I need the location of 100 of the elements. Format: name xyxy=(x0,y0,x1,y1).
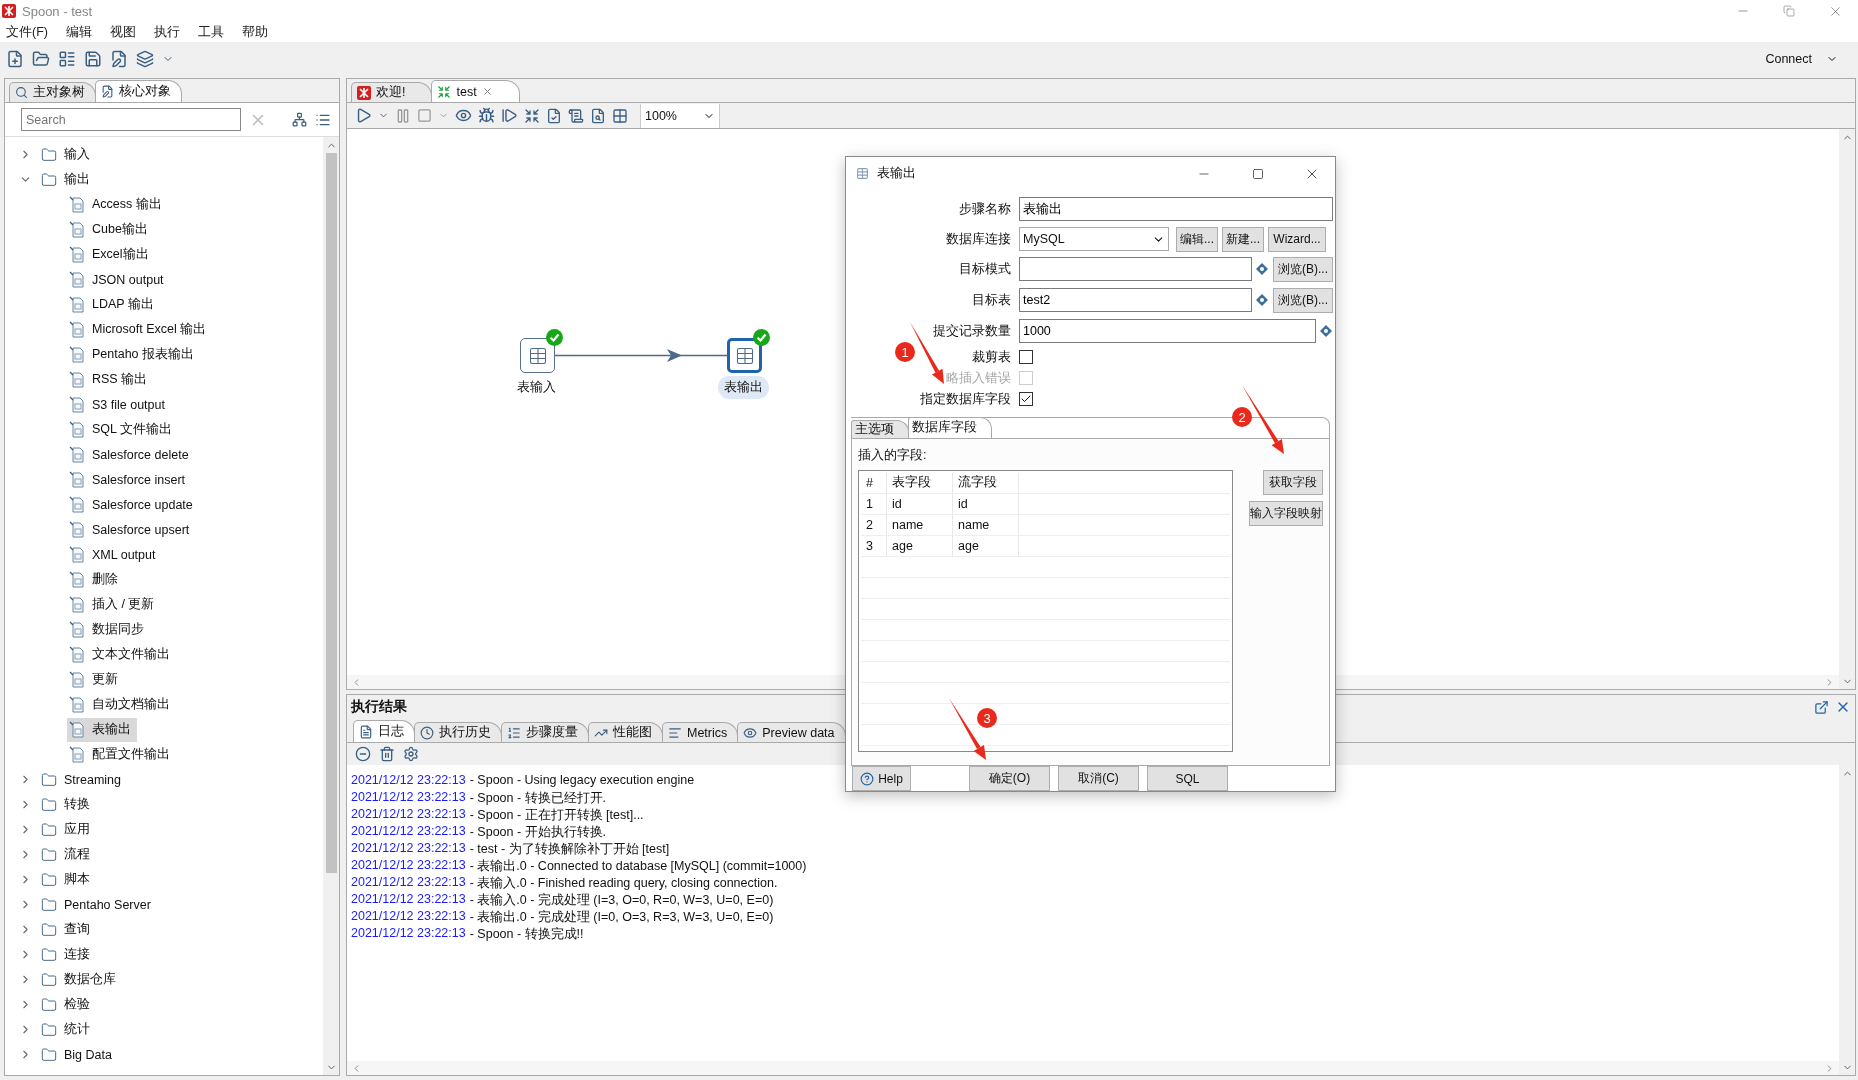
tree-item[interactable]: SQL 文件输出 xyxy=(67,417,179,442)
column-header[interactable]: # xyxy=(861,472,887,493)
menu-item[interactable]: 编辑 xyxy=(65,23,92,41)
close-icon[interactable] xyxy=(481,86,493,97)
results-tab[interactable]: Preview data xyxy=(737,722,846,742)
dialog-button[interactable]: 获取字段 xyxy=(1263,469,1323,495)
tree-folder[interactable]: 统计 xyxy=(39,1017,96,1042)
shrink-icon[interactable] xyxy=(524,107,540,124)
input-field[interactable]: test2 xyxy=(1019,288,1252,313)
tree-item[interactable]: Salesforce delete xyxy=(67,442,195,467)
tree-item[interactable]: 数据同步 xyxy=(67,617,150,642)
trash-icon[interactable] xyxy=(379,746,395,762)
tree-item[interactable]: Excel输出 xyxy=(67,242,155,267)
scroll-icon[interactable] xyxy=(568,107,584,124)
scrollbar[interactable] xyxy=(1839,129,1855,689)
pause-icon[interactable] xyxy=(395,107,411,124)
save-as-icon[interactable] xyxy=(110,50,128,68)
tree-folder[interactable]: 流程 xyxy=(39,842,96,867)
tree-folder[interactable]: 输入 xyxy=(39,142,96,167)
tree-item[interactable]: Cube输出 xyxy=(67,217,154,242)
results-tab[interactable]: Metrics xyxy=(662,722,739,742)
tree-item[interactable]: 配置文件输出 xyxy=(67,742,176,767)
step-node[interactable] xyxy=(727,338,762,373)
minus-circle-icon[interactable] xyxy=(355,746,371,762)
list-icon[interactable] xyxy=(58,50,76,68)
file-check-icon[interactable] xyxy=(546,107,562,124)
save-icon[interactable] xyxy=(84,50,102,68)
step-node[interactable] xyxy=(520,338,555,373)
tree-item[interactable]: S3 file output xyxy=(67,392,171,417)
browse-button[interactable]: 浏览(B)... xyxy=(1273,256,1333,282)
panel-tab[interactable]: 核心对象 xyxy=(95,80,182,102)
menu-item[interactable]: 帮助 xyxy=(241,23,268,41)
tree-folder[interactable]: 查询 xyxy=(39,917,96,942)
tree-item[interactable]: Access 输出 xyxy=(67,192,168,217)
new-file-icon[interactable] xyxy=(6,50,24,68)
dialog-button[interactable]: 取消(C) xyxy=(1058,766,1139,791)
tree-folder[interactable]: Streaming xyxy=(39,767,127,792)
menu-item[interactable]: 执行 xyxy=(153,23,180,41)
eye-icon[interactable] xyxy=(455,107,472,124)
zoom-select[interactable]: 100% xyxy=(640,103,720,128)
tree-item[interactable]: 文本文件输出 xyxy=(67,642,176,667)
search-field[interactable]: Search xyxy=(21,108,241,131)
dialog-tab[interactable]: 主选项 xyxy=(851,419,909,438)
tree-item[interactable]: Salesforce upsert xyxy=(67,517,196,542)
menu-item[interactable]: 视图 xyxy=(109,23,136,41)
results-tab[interactable]: 性能图 xyxy=(588,722,663,742)
tree-item[interactable]: Microsoft Excel 输出 xyxy=(67,317,213,342)
tree-folder[interactable]: Pentaho Server xyxy=(39,892,157,917)
file-search-icon[interactable] xyxy=(590,107,606,124)
results-tab[interactable]: 执行历史 xyxy=(414,722,502,742)
tree-folder[interactable]: Big Data xyxy=(39,1042,118,1067)
tree-item[interactable]: JSON output xyxy=(67,267,170,292)
tree-folder[interactable]: 连接 xyxy=(39,942,96,967)
layers-icon[interactable] xyxy=(136,50,154,68)
bug-icon[interactable] xyxy=(478,107,495,124)
dialog-button[interactable]: 输入字段映射 xyxy=(1249,500,1323,526)
connect-button[interactable]: Connect xyxy=(1765,52,1838,66)
scrollbar[interactable] xyxy=(1839,765,1855,1075)
tree-item[interactable]: 删除 xyxy=(67,567,124,592)
tree-item[interactable]: 自动文档输出 xyxy=(67,692,176,717)
column-header[interactable]: 表字段 xyxy=(887,472,953,493)
tree-item[interactable]: Salesforce insert xyxy=(67,467,192,492)
maximize-icon[interactable] xyxy=(1814,699,1829,715)
tree-item[interactable]: Salesforce update xyxy=(67,492,199,517)
tree-item[interactable]: LDAP 输出 xyxy=(67,292,160,317)
tree-item[interactable]: XML output xyxy=(67,542,162,567)
tree-folder[interactable]: 检验 xyxy=(39,992,96,1017)
results-tab[interactable]: 日志 xyxy=(353,720,415,742)
editor-tab[interactable]: test xyxy=(431,80,520,102)
help-button[interactable]: Help xyxy=(852,766,911,791)
scrollbar[interactable] xyxy=(323,137,339,1075)
tree-folder[interactable]: 转换 xyxy=(39,792,96,817)
dialog-button[interactable]: SQL xyxy=(1147,766,1228,791)
tree-item[interactable]: 表输出 xyxy=(67,717,137,742)
select-field[interactable]: MySQL xyxy=(1019,227,1169,252)
tree-item[interactable]: RSS 输出 xyxy=(67,367,154,392)
settings-icon[interactable] xyxy=(403,746,419,762)
dialog-tab[interactable]: 数据库字段 xyxy=(908,416,992,438)
grid-icon[interactable] xyxy=(612,107,628,124)
open-folder-icon[interactable] xyxy=(32,50,50,68)
menu-item[interactable]: 工具 xyxy=(197,23,224,41)
results-tab[interactable]: 步骤度量 xyxy=(501,722,589,742)
tree-folder[interactable]: 输出 xyxy=(39,167,96,192)
tree-item[interactable]: 插入 / 更新 xyxy=(67,592,161,617)
menu-item[interactable]: 文件(F) xyxy=(6,23,48,41)
tree-folder[interactable]: 脚本 xyxy=(39,867,96,892)
tree-folder[interactable]: 数据仓库 xyxy=(39,967,122,992)
dialog-button[interactable]: 确定(O) xyxy=(969,766,1050,791)
replay-icon[interactable] xyxy=(501,107,518,124)
column-header[interactable]: 流字段 xyxy=(953,472,1019,493)
editor-tab[interactable]: 欢迎! xyxy=(351,82,433,102)
checkbox[interactable] xyxy=(1019,350,1033,365)
tree-item[interactable]: Pentaho 报表输出 xyxy=(67,342,201,367)
input-field[interactable] xyxy=(1019,257,1252,282)
checkbox[interactable] xyxy=(1019,392,1033,407)
input-field[interactable]: 表输出 xyxy=(1019,197,1333,222)
tree-item[interactable]: 更新 xyxy=(67,667,124,692)
panel-tab[interactable]: 主对象树 xyxy=(9,82,96,102)
input-field[interactable]: 1000 xyxy=(1019,319,1316,344)
dialog-button[interactable]: 编辑... xyxy=(1176,226,1218,252)
